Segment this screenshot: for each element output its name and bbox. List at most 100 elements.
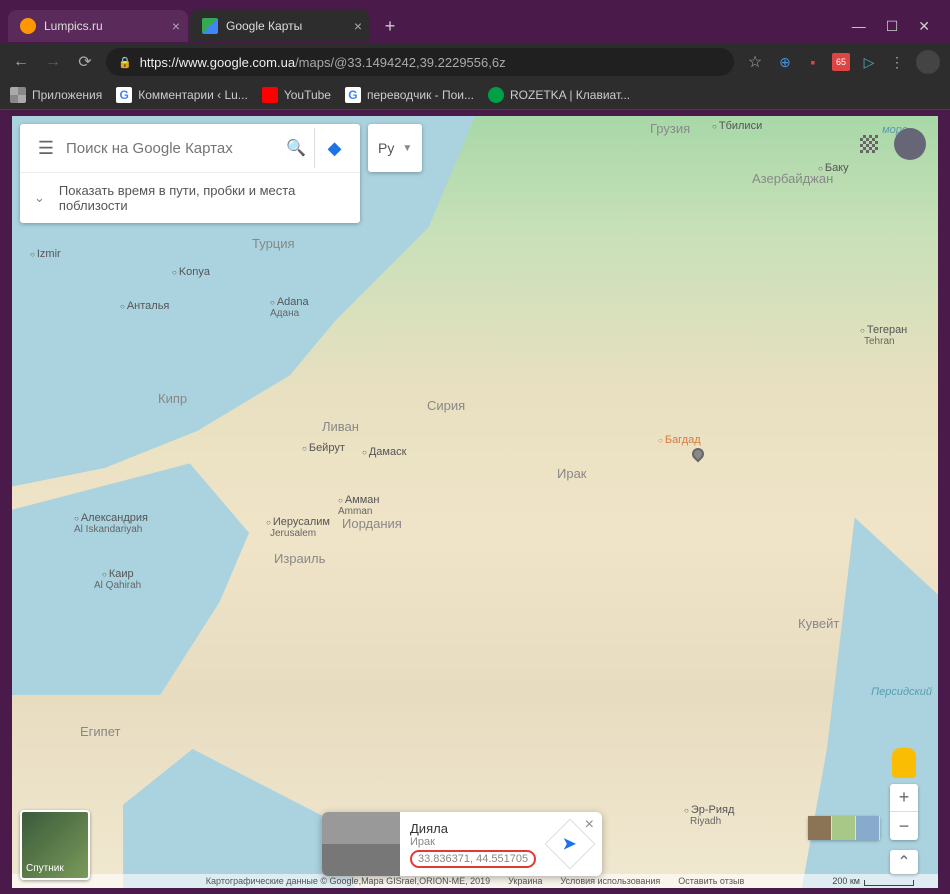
card-close-button[interactable]: × — [585, 816, 594, 834]
reload-button[interactable]: ⟳ — [74, 52, 96, 72]
bookmark-translator[interactable]: Gпереводчик - Пои... — [345, 87, 474, 103]
label-lebanon: Ливан — [322, 419, 359, 434]
city-konya: Konya — [172, 266, 210, 278]
city-alqahirah: Al Qahirah — [94, 580, 141, 591]
city-antalya: Анталья — [120, 300, 169, 312]
label-syria: Сирия — [427, 398, 465, 413]
location-title: Дияла — [410, 821, 542, 836]
lang-label: Ру — [378, 140, 394, 156]
satellite-label: Спутник — [26, 863, 64, 874]
map-scale: 200 км — [832, 876, 914, 886]
search-input[interactable] — [66, 140, 278, 157]
city-jerusalem2: Jerusalem — [270, 528, 316, 539]
browser-tabs: Lumpics.ru × Google Карты × + — ☐ ✕ — [0, 8, 950, 44]
tab-google-maps[interactable]: Google Карты × — [190, 10, 370, 42]
chevron-down-icon: ⌄ — [34, 190, 45, 206]
menu-icon[interactable]: ⋮ — [888, 53, 906, 71]
layer-switcher[interactable] — [808, 816, 880, 840]
tab-label: Lumpics.ru — [44, 19, 103, 33]
lumpics-icon — [20, 18, 36, 34]
location-info-card: Дияла Ирак 33.836371, 44.551705 ➤ × — [322, 812, 602, 876]
label-jordan: Иордания — [342, 516, 402, 531]
tab-label: Google Карты — [226, 19, 302, 33]
layer-default[interactable] — [832, 816, 856, 840]
label-israel: Израиль — [274, 551, 325, 566]
city-alexandria2: Al Iskandariyah — [74, 524, 142, 535]
city-adana: Adana — [270, 296, 309, 308]
close-window-button[interactable]: ✕ — [918, 18, 930, 35]
city-amman2: Аmman — [338, 506, 372, 517]
label-iraq: Ирак — [557, 466, 587, 481]
search-icon[interactable]: 🔍 — [278, 138, 314, 158]
city-erriyadh: Эр-Рияд — [684, 804, 734, 816]
directions-button[interactable]: ◆ — [314, 128, 354, 168]
apps-icon — [10, 87, 26, 103]
g-icon: G — [345, 87, 361, 103]
g-icon: G — [116, 87, 132, 103]
bookmark-youtube[interactable]: YouTube — [262, 87, 331, 103]
bookmark-apps[interactable]: Приложения — [10, 87, 102, 103]
zoom-in-button[interactable]: + — [890, 784, 918, 812]
lock-icon: 🔒 — [118, 56, 132, 69]
city-baghdad: Багдад — [658, 434, 701, 446]
label-kuwait: Кувейт — [798, 616, 839, 631]
city-amman: Амман — [338, 494, 380, 506]
back-button[interactable]: ← — [10, 53, 32, 71]
city-damascus: Дамаск — [362, 446, 406, 458]
bookmark-rozetka[interactable]: ROZETKA | Клавиат... — [488, 87, 630, 103]
label-georgia: Грузия — [650, 121, 690, 136]
tab-lumpics[interactable]: Lumpics.ru × — [8, 10, 188, 42]
expand-text: Показать время в пути, пробки и места по… — [59, 183, 346, 213]
star-button[interactable]: ☆ — [744, 52, 766, 72]
new-tab-button[interactable]: + — [376, 12, 404, 40]
maximize-button[interactable]: ☐ — [886, 18, 899, 35]
layer-terrain[interactable] — [808, 816, 832, 840]
city-adana2: Адана — [270, 308, 299, 319]
city-jerusalem: Иерусалим — [266, 516, 330, 528]
satellite-toggle[interactable]: Спутник — [20, 810, 90, 880]
ext-badge-icon[interactable]: 65 — [832, 53, 850, 71]
gmaps-icon — [202, 18, 218, 34]
city-izmir: Izmir — [30, 248, 61, 260]
pegman-icon[interactable] — [892, 748, 916, 778]
bookmark-comments[interactable]: GКомментарии ‹ Lu... — [116, 87, 248, 103]
label-cyprus: Кипр — [158, 391, 187, 406]
search-panel: ☰ 🔍 ◆ ⌄ Показать время в пути, пробки и … — [20, 124, 360, 223]
layer-transit[interactable] — [856, 816, 880, 840]
ext-shield-icon[interactable]: ▪ — [804, 53, 822, 71]
minimize-button[interactable]: — — [852, 18, 866, 35]
browser-toolbar: ← → ⟳ 🔒 https://www.google.com.ua/maps/@… — [0, 44, 950, 80]
city-tehran: Тегеран — [860, 324, 907, 336]
url-domain: https://www.google.com.ua — [140, 55, 295, 70]
footer-terms[interactable]: Условия использования — [560, 876, 660, 886]
label-turkey: Турция — [252, 236, 295, 251]
city-baku: Баку — [818, 162, 849, 174]
map-viewport[interactable]: Турция Сирия Ирак Иордания Израиль Ливан… — [12, 116, 938, 888]
location-subtitle: Ирак — [410, 836, 542, 848]
address-bar[interactable]: 🔒 https://www.google.com.ua/maps/@33.149… — [106, 48, 734, 76]
city-riyadh: Riyadh — [690, 816, 721, 827]
chevron-down-icon: ▼ — [402, 143, 412, 154]
zoom-out-button[interactable]: − — [890, 812, 918, 840]
expand-hint[interactable]: ⌄ Показать время в пути, пробки и места … — [20, 172, 360, 223]
footer-feedback[interactable]: Оставить отзыв — [678, 876, 744, 886]
city-tbilisi: Тбилиси — [712, 120, 762, 132]
city-alexandria: Александрия — [74, 512, 148, 524]
language-button[interactable]: Ру ▼ — [368, 124, 422, 172]
map-footer: Картографические данные © Google,Mapa GI… — [12, 874, 938, 888]
label-persian-sea: Персидский — [871, 686, 932, 698]
label-egypt: Египет — [80, 724, 120, 739]
account-avatar[interactable] — [894, 128, 926, 160]
footer-country: Украина — [508, 876, 542, 886]
close-icon[interactable]: × — [354, 18, 362, 34]
close-icon[interactable]: × — [172, 18, 180, 34]
profile-avatar[interactable] — [916, 50, 940, 74]
rozetka-icon — [488, 87, 504, 103]
location-coordinates[interactable]: 33.836371, 44.551705 — [410, 850, 536, 868]
forward-button[interactable]: → — [42, 53, 64, 71]
menu-button[interactable]: ☰ — [26, 138, 66, 159]
ext-play-icon[interactable]: ▷ — [860, 53, 878, 71]
ext-globe-icon[interactable]: ⊕ — [776, 53, 794, 71]
expand-panel-button[interactable]: ⌃ — [890, 850, 918, 874]
google-apps-button[interactable] — [860, 135, 878, 153]
